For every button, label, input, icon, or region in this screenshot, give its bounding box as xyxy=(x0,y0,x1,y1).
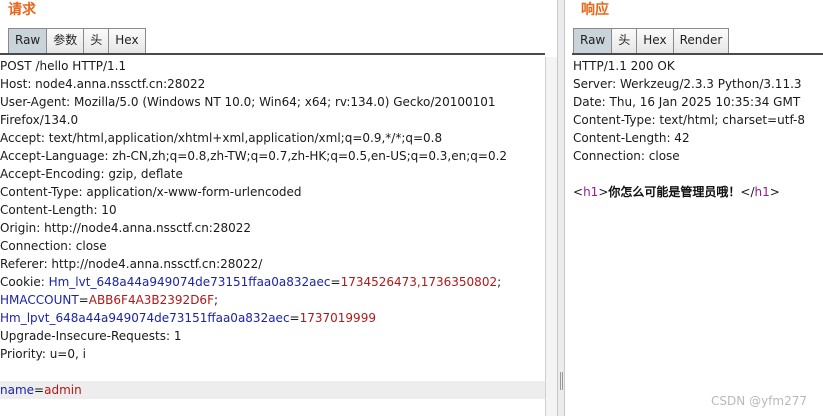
header-content-type: Content-Type: application/x-www-form-url… xyxy=(0,185,302,199)
request-scrollbar[interactable] xyxy=(545,57,557,416)
pane-splitter[interactable] xyxy=(557,0,565,416)
resp-header-date: Date: Thu, 16 Jan 2025 10:35:34 GMT xyxy=(573,95,801,109)
header-host: Host: node4.anna.nssctf.cn:28022 xyxy=(0,77,206,91)
cookie-separator: ; xyxy=(213,293,219,307)
cookie-key-lvt: Hm_lvt_648a44a949074de73151ffaa0a832aec xyxy=(48,275,331,289)
header-upgrade-insecure: Upgrade-Insecure-Requests: 1 xyxy=(0,329,182,343)
request-editor[interactable]: POST /hello HTTP/1.1 Host: node4.anna.ns… xyxy=(0,57,545,399)
request-tab-params[interactable]: 参数 xyxy=(46,28,85,53)
request-title: 请求 xyxy=(8,2,36,18)
header-accept-language: Accept-Language: zh-CN,zh;q=0.8,zh-TW;q=… xyxy=(0,149,508,163)
cookie-line-2: HMACCOUNT=ABB6F4A3B2392D6F; xyxy=(0,293,219,307)
request-body: name=admin xyxy=(0,381,545,399)
tag-bracket: > xyxy=(769,185,780,199)
response-tab-headers[interactable]: 头 xyxy=(611,28,638,53)
header-referer: Referer: http://node4.anna.nssctf.cn:280… xyxy=(0,257,263,271)
csdn-watermark: CSDN @yfm277 xyxy=(711,394,807,408)
html-tag-close: h1 xyxy=(754,185,770,199)
tag-bracket: </ xyxy=(740,185,755,199)
resp-header-connection: Connection: close xyxy=(573,149,680,163)
request-pane: 请求 Raw 参数 头 Hex POST /hello HTTP/1.1 Hos… xyxy=(0,0,557,416)
response-viewer[interactable]: HTTP/1.1 200 OK Server: Werkzeug/2.3.3 P… xyxy=(573,57,823,201)
request-tab-hex[interactable]: Hex xyxy=(108,28,146,53)
response-pane: 响应 Raw 头 Hex Render HTTP/1.1 200 OK Serv… xyxy=(565,0,823,416)
response-tab-raw[interactable]: Raw xyxy=(573,28,613,53)
response-tab-render[interactable]: Render xyxy=(672,28,730,53)
html-tag-open: h1 xyxy=(583,185,599,199)
header-origin: Origin: http://node4.anna.nssctf.cn:2802… xyxy=(0,221,252,235)
cookie-separator: ; xyxy=(497,275,502,289)
response-tab-divider xyxy=(572,53,823,55)
header-user-agent: User-Agent: Mozilla/5.0 (Windows NT 10.0… xyxy=(0,95,496,109)
header-accept: Accept: text/html,application/xhtml+xml,… xyxy=(0,131,443,145)
header-cookie: Cookie: Hm_lvt_648a44a949074de73151ffaa0… xyxy=(0,275,502,289)
request-tab-divider xyxy=(0,53,545,55)
header-accept-encoding: Accept-Encoding: gzip, deflate xyxy=(0,167,183,181)
request-tabs: Raw 参数 头 Hex xyxy=(8,28,146,53)
cookie-key-lpvt: Hm_lpvt_648a44a949074de73151ffaa0a832aec xyxy=(0,311,290,325)
header-connection: Connection: close xyxy=(0,239,107,253)
header-priority: Priority: u=0, i xyxy=(0,347,86,361)
resp-header-content-type: Content-Type: text/html; charset=utf-8 xyxy=(573,113,806,127)
response-tabs: Raw 头 Hex Render xyxy=(573,28,730,53)
body-param-eq: = xyxy=(34,383,45,397)
request-tab-headers[interactable]: 头 xyxy=(83,28,110,53)
status-line: HTTP/1.1 200 OK xyxy=(573,59,675,73)
cookie-value-hmaccount: ABB6F4A3B2392D6F xyxy=(88,293,214,307)
response-message: 你怎么可能是管理员哦！ xyxy=(608,185,741,199)
body-param-key: name xyxy=(0,383,35,397)
tag-bracket: < xyxy=(573,185,584,199)
cookie-value-lvt: 1734526473,1736350802 xyxy=(340,275,498,289)
cookie-line-3: Hm_lpvt_648a44a949074de73151ffaa0a832aec… xyxy=(0,311,376,325)
cookie-value-lpvt: 1737019999 xyxy=(299,311,376,325)
response-body: <h1>你怎么可能是管理员哦！</h1> xyxy=(573,183,823,201)
header-user-agent-cont: Firefox/134.0 xyxy=(0,113,79,127)
response-tab-hex[interactable]: Hex xyxy=(636,28,674,53)
resp-header-content-length: Content-Length: 42 xyxy=(573,131,690,145)
cookie-key-hmaccount: HMACCOUNT xyxy=(0,293,79,307)
request-tab-raw[interactable]: Raw xyxy=(8,28,48,53)
tag-bracket: > xyxy=(598,185,609,199)
cookie-label: Cookie: xyxy=(0,275,49,289)
splitter-grip-icon xyxy=(560,372,563,390)
header-content-length: Content-Length: 10 xyxy=(0,203,117,217)
response-title: 响应 xyxy=(581,2,609,18)
body-param-value: admin xyxy=(44,383,82,397)
request-line: POST /hello HTTP/1.1 xyxy=(0,59,127,73)
resp-header-server: Server: Werkzeug/2.3.3 Python/3.11.3 xyxy=(573,77,802,91)
